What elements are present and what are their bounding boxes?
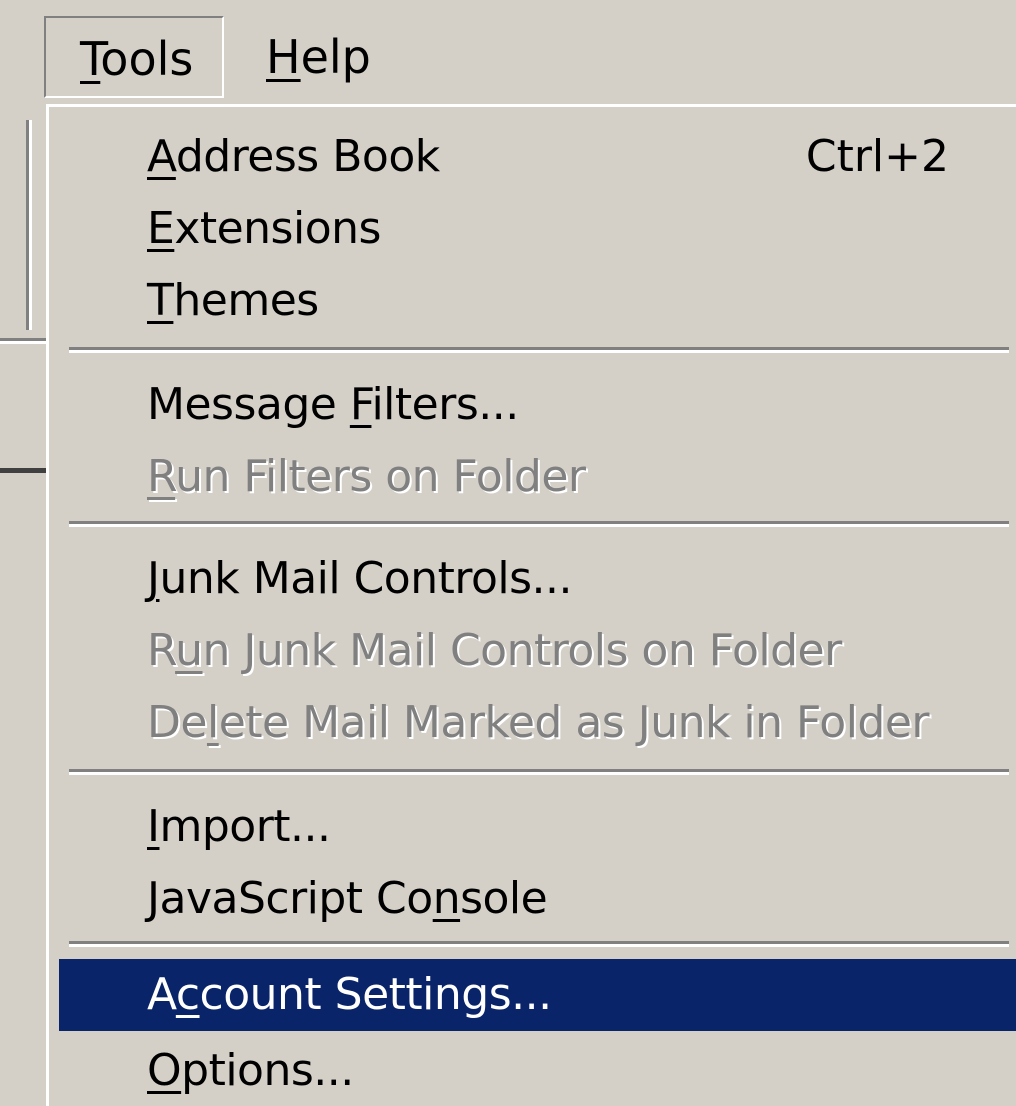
menu-item-address-book[interactable]: Address Book Ctrl+2 bbox=[59, 121, 1016, 193]
menu-item-message-filters[interactable]: Message Filters... bbox=[59, 369, 1016, 441]
menu-help-mnemonic: H bbox=[266, 30, 301, 84]
tools-dropdown-menu: Address Book Ctrl+2 Extensions Themes Me… bbox=[46, 104, 1016, 1106]
menu-tools-mnemonic: T bbox=[80, 32, 101, 86]
menu-item-label: JavaScript Console bbox=[147, 873, 548, 924]
menu-tools-label: ools bbox=[100, 32, 194, 86]
menu-item-options[interactable]: Options... bbox=[59, 1035, 1016, 1106]
menu-tools[interactable]: Tools bbox=[44, 16, 224, 98]
menu-item-junk-mail-controls[interactable]: Junk Mail Controls... bbox=[59, 543, 1016, 615]
menu-separator bbox=[69, 769, 1009, 775]
background-divider-highlight bbox=[0, 341, 48, 344]
menu-item-label: Import... bbox=[147, 801, 331, 852]
menu-item-run-filters-on-folder[interactable]: Run Filters on Folder bbox=[59, 441, 1016, 513]
menu-separator bbox=[69, 347, 1009, 353]
menu-item-account-settings[interactable]: Account Settings... bbox=[59, 959, 1016, 1031]
menu-item-label: Options... bbox=[147, 1045, 354, 1096]
menu-item-label: Extensions bbox=[147, 203, 381, 254]
menu-item-label: Run Filters on Folder bbox=[147, 451, 586, 502]
menu-item-run-junk-mail-controls[interactable]: Run Junk Mail Controls on Folder bbox=[59, 615, 1016, 687]
background-window bbox=[0, 106, 48, 1106]
menu-help[interactable]: Help bbox=[240, 16, 390, 98]
background-frame-highlight bbox=[29, 120, 32, 330]
menu-item-shortcut: Ctrl+2 bbox=[805, 131, 949, 182]
menu-item-themes[interactable]: Themes bbox=[59, 265, 1016, 337]
menu-separator bbox=[69, 941, 1009, 947]
menu-item-javascript-console[interactable]: JavaScript Console bbox=[59, 863, 1016, 935]
menu-item-extensions[interactable]: Extensions bbox=[59, 193, 1016, 265]
menu-item-label: Account Settings... bbox=[147, 969, 552, 1020]
background-divider-dark bbox=[0, 468, 48, 473]
menu-item-label: Address Book bbox=[147, 131, 440, 182]
menu-item-label: Junk Mail Controls... bbox=[147, 553, 573, 604]
menu-item-import[interactable]: Import... bbox=[59, 791, 1016, 863]
menu-item-label: Themes bbox=[147, 275, 319, 326]
menu-item-label: Run Junk Mail Controls on Folder bbox=[147, 625, 842, 676]
menu-item-label: Delete Mail Marked as Junk in Folder bbox=[147, 697, 930, 748]
screen: Tools Help Address Book Ctrl+2 Extension… bbox=[0, 0, 1016, 1106]
menu-separator bbox=[69, 521, 1009, 527]
menu-bar: Tools Help bbox=[0, 0, 1016, 106]
menu-item-delete-junk-mail[interactable]: Delete Mail Marked as Junk in Folder bbox=[59, 687, 1016, 759]
menu-item-label: Message Filters... bbox=[147, 379, 519, 430]
menu-help-label: elp bbox=[300, 30, 371, 84]
